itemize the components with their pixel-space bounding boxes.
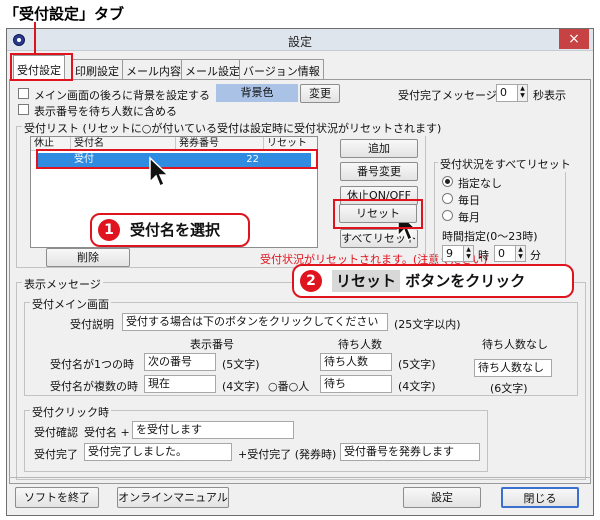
step2-text: ボタンをクリック bbox=[405, 272, 526, 290]
step1-number-icon: 1 bbox=[98, 219, 120, 241]
single-waiting-hint: (5文字) bbox=[398, 358, 436, 371]
main-screen-group-title: 受付メイン画面 bbox=[30, 296, 111, 312]
confirm-input[interactable]: を受付します bbox=[132, 421, 294, 439]
single-number-input[interactable]: 次の番号 bbox=[144, 353, 216, 371]
reset-daily-radio[interactable] bbox=[442, 193, 453, 204]
online-manual-button[interactable]: オンラインマニュアル bbox=[117, 487, 229, 508]
reset-daily-label: 毎日 bbox=[458, 194, 480, 207]
complete-issue-input[interactable]: 受付番号を発券します bbox=[340, 443, 480, 461]
desc-input[interactable]: 受付する場合は下のボタンをクリックしてください bbox=[122, 313, 388, 331]
tab-version[interactable]: バージョン情報 bbox=[239, 59, 324, 79]
complete-message-label: 受付完了メッセージ: bbox=[398, 89, 501, 102]
settings-button[interactable]: 設定 bbox=[403, 487, 481, 508]
multi-middle-text: ○番○人 bbox=[268, 380, 310, 393]
multi-number-hint: (4文字) bbox=[222, 380, 260, 393]
confirm-prefix: 受付名 + bbox=[84, 426, 130, 439]
tab-mail-settings[interactable]: メール設定 bbox=[181, 59, 244, 79]
reset-minute-input[interactable]: 0 ▲ ▼ bbox=[494, 245, 526, 262]
reset-button-highlight-frame bbox=[333, 199, 423, 229]
col-waiting: 待ち人数 bbox=[338, 338, 382, 351]
tab-print[interactable]: 印刷設定 bbox=[71, 59, 123, 79]
reset-hour-input[interactable]: 9 ▲ ▼ bbox=[442, 245, 474, 262]
reset-hour-unit: 時 bbox=[478, 249, 489, 262]
bg-setting-label: メイン画面の後ろに背景を設定する bbox=[34, 89, 210, 102]
seconds-spinner-icon[interactable]: ▲ ▼ bbox=[517, 85, 527, 101]
multi-label: 受付名が複数の時 bbox=[50, 380, 138, 393]
single-number-hint: (5文字) bbox=[222, 358, 260, 371]
hour-spinner-icon[interactable]: ▲ ▼ bbox=[463, 246, 473, 261]
col-display-number: 表示番号 bbox=[190, 338, 234, 351]
reset-none-label: 指定なし bbox=[458, 177, 502, 190]
step2-callout: 2 リセット ボタンをクリック bbox=[292, 264, 574, 298]
reset-minute-unit: 分 bbox=[530, 249, 541, 262]
tab-mail-content[interactable]: メール内容 bbox=[122, 59, 185, 79]
step2-number-icon: 2 bbox=[300, 270, 322, 292]
click-group-title: 受付クリック時 bbox=[30, 404, 111, 420]
step2-reset-tag: リセット bbox=[332, 270, 401, 292]
single-waiting-input[interactable]: 待ち人数 bbox=[320, 353, 392, 371]
window-title: 設定 bbox=[287, 35, 312, 49]
tab-annotation-caption: 「受付設定」タブ bbox=[4, 5, 125, 23]
complete-label: 受付完了 bbox=[34, 448, 78, 461]
no-waiting-hint: (6文字) bbox=[490, 382, 528, 395]
close-button[interactable]: 閉じる bbox=[501, 487, 579, 508]
exit-software-button[interactable]: ソフトを終了 bbox=[15, 487, 99, 508]
title-bar: 設定 × bbox=[7, 29, 593, 51]
bg-color-swatch: 背景色 bbox=[216, 84, 298, 102]
col-no-waiting: 待ち人数なし bbox=[482, 338, 548, 351]
display-message-group-title: 表示メッセージ bbox=[22, 276, 103, 292]
tab-highlight-frame bbox=[10, 53, 73, 81]
desc-label: 受付説明 bbox=[70, 318, 114, 331]
minute-spinner-icon[interactable]: ▲ ▼ bbox=[515, 246, 525, 261]
reset-time-label: 時間指定(0〜23時) bbox=[442, 230, 538, 243]
add-button[interactable]: 追加 bbox=[340, 139, 418, 158]
complete-message-seconds-input[interactable]: 0 ▲ ▼ bbox=[496, 84, 528, 102]
show-waiting-label: 表示番号を待ち人数に含める bbox=[34, 105, 177, 118]
reception-list-group-title: 受付リスト (リセットに○が付いている受付は設定時に受付状況がリセットされます) bbox=[22, 120, 444, 136]
step1-text: 受付名を選択 bbox=[130, 221, 221, 239]
desc-hint: (25文字以内) bbox=[394, 318, 461, 331]
bg-setting-checkbox[interactable] bbox=[18, 88, 29, 99]
reset-monthly-label: 毎月 bbox=[458, 211, 480, 224]
confirm-label: 受付確認 bbox=[34, 426, 78, 439]
bg-change-button[interactable]: 変更 bbox=[300, 84, 340, 103]
complete-issue-label: +受付完了 (発券時) bbox=[238, 448, 337, 461]
complete-message-unit: 秒表示 bbox=[533, 89, 566, 102]
reset-monthly-radio[interactable] bbox=[442, 210, 453, 221]
complete-input[interactable]: 受付完了しました。 bbox=[84, 443, 232, 461]
multi-waiting-hint: (4文字) bbox=[398, 380, 436, 393]
multi-number-input[interactable]: 現在 bbox=[144, 375, 216, 393]
footer-separator bbox=[9, 477, 591, 478]
selected-row-highlight-frame bbox=[36, 149, 318, 169]
step1-callout: 1 受付名を選択 bbox=[90, 213, 250, 247]
cursor-arrow-icon-1 bbox=[149, 156, 170, 188]
single-label: 受付名が1つの時 bbox=[50, 358, 134, 371]
window-close-button[interactable]: × bbox=[559, 29, 589, 49]
reset-none-radio[interactable] bbox=[442, 176, 453, 187]
change-number-button[interactable]: 番号変更 bbox=[340, 162, 418, 181]
delete-button[interactable]: 削除 bbox=[46, 248, 130, 267]
multi-waiting-input[interactable]: 待ち bbox=[320, 375, 392, 393]
no-waiting-input[interactable]: 待ち人数なし bbox=[474, 359, 552, 377]
reset-all-group-title: 受付状況をすべてリセット bbox=[438, 156, 573, 172]
show-waiting-checkbox[interactable] bbox=[18, 104, 29, 115]
